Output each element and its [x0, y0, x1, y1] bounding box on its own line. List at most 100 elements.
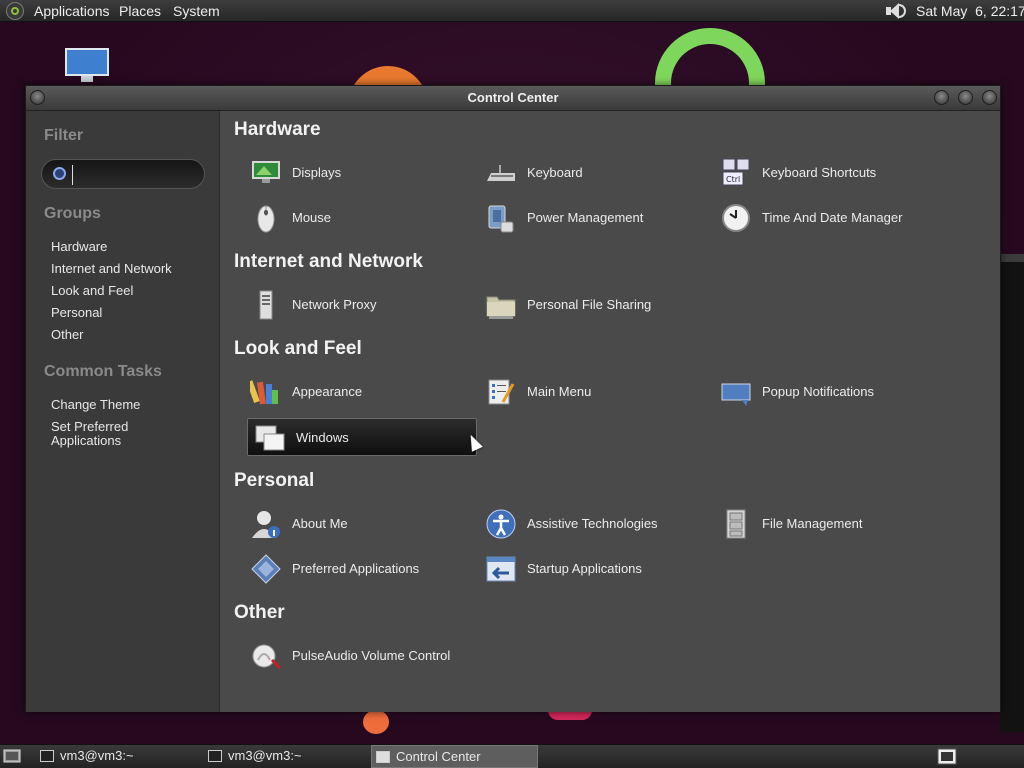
- terminal-icon: [40, 750, 54, 762]
- main-menu-icon: [488, 379, 515, 405]
- item-label: Appearance: [292, 384, 363, 399]
- item-label: Popup Notifications: [762, 384, 875, 399]
- item-label: Keyboard Shortcuts: [762, 165, 877, 180]
- terminal-icon: [208, 750, 222, 762]
- task-change-theme[interactable]: Change Theme: [51, 398, 140, 412]
- taskbar-button-terminal-2[interactable]: vm3@vm3:~: [204, 745, 364, 768]
- section-title-look-and-feel: Look and Feel: [234, 338, 362, 359]
- pulseaudio-icon: [252, 644, 282, 670]
- item-label: PulseAudio Volume Control: [292, 648, 451, 663]
- group-link-internet-and-network[interactable]: Internet and Network: [51, 262, 172, 276]
- folder-share-icon: [486, 296, 516, 319]
- applications-menu[interactable]: Applications: [34, 3, 110, 19]
- section-title-other: Other: [234, 602, 285, 623]
- section-title-personal: Personal: [234, 470, 315, 491]
- item-label: Main Menu: [527, 384, 592, 399]
- item-keyboard-shortcuts[interactable]: Ctrl Keyboard Shortcuts: [714, 154, 944, 192]
- top-panel: Applications Places System Sat May 6, 22…: [0, 0, 1024, 22]
- volume-icon[interactable]: [884, 2, 906, 20]
- places-menu[interactable]: Places: [119, 3, 161, 19]
- svg-text:Ctrl: Ctrl: [726, 175, 740, 184]
- task-label: vm3@vm3:~: [228, 748, 302, 763]
- section-title-internet-and-network: Internet and Network: [234, 251, 423, 272]
- item-label: Mouse: [292, 210, 332, 225]
- task-label: Control Center: [396, 749, 481, 764]
- item-pulseaudio-volume-control[interactable]: PulseAudio Volume Control: [244, 637, 474, 675]
- item-about-me[interactable]: About Me: [244, 505, 474, 543]
- item-label: Assistive Technologies: [527, 516, 658, 531]
- maximize-button[interactable]: [958, 90, 973, 105]
- distro-logo-icon[interactable]: [6, 2, 24, 20]
- windows-icon: [255, 425, 285, 451]
- item-label: File Management: [762, 516, 863, 531]
- clock[interactable]: Sat May 6, 22:17: [916, 3, 1024, 19]
- titlebar[interactable]: Control Center: [26, 86, 1000, 111]
- item-power-management[interactable]: Power Management: [479, 199, 709, 237]
- item-network-proxy[interactable]: Network Proxy: [244, 286, 474, 324]
- group-link-other[interactable]: Other: [51, 328, 84, 342]
- group-link-hardware[interactable]: Hardware: [51, 240, 107, 254]
- item-keyboard[interactable]: Keyboard: [479, 154, 709, 192]
- content-area: Hardware Displays Keyboard Ctrl Keyboard…: [220, 111, 1000, 712]
- item-main-menu[interactable]: Main Menu: [479, 373, 709, 411]
- computer-desktop-icon[interactable]: [63, 48, 111, 82]
- item-label: Startup Applications: [527, 561, 642, 576]
- item-startup-applications[interactable]: Startup Applications: [479, 550, 709, 588]
- display-icon: [252, 161, 280, 183]
- search-icon: [53, 167, 66, 180]
- groups-heading: Groups: [44, 205, 101, 222]
- item-label: Personal File Sharing: [527, 297, 652, 312]
- show-desktop-icon[interactable]: [3, 749, 21, 764]
- item-label: Network Proxy: [292, 297, 377, 312]
- item-label: Displays: [292, 165, 342, 180]
- clock-icon: [722, 204, 750, 232]
- taskbar-button-terminal-1[interactable]: vm3@vm3:~: [36, 745, 196, 768]
- accessibility-icon: [486, 509, 516, 539]
- window-title: Control Center: [467, 90, 559, 105]
- taskbar-button-control-center[interactable]: Control Center: [371, 745, 538, 768]
- item-time-and-date-manager[interactable]: Time And Date Manager: [714, 199, 944, 237]
- appearance-icon: [250, 380, 278, 405]
- section-title-hardware: Hardware: [234, 119, 321, 140]
- item-file-management[interactable]: File Management: [714, 505, 944, 543]
- popup-notification-icon: [721, 383, 751, 406]
- item-label: Time And Date Manager: [762, 210, 903, 225]
- about-me-icon: [252, 511, 280, 538]
- filter-input[interactable]: [72, 165, 197, 185]
- task-label: vm3@vm3:~: [60, 748, 134, 763]
- item-label: Preferred Applications: [292, 561, 420, 576]
- close-button[interactable]: [982, 90, 997, 105]
- item-label: Keyboard: [527, 165, 583, 180]
- item-assistive-technologies[interactable]: Assistive Technologies: [479, 505, 709, 543]
- background-window-edge: [1000, 254, 1024, 732]
- item-personal-file-sharing[interactable]: Personal File Sharing: [479, 286, 709, 324]
- item-appearance[interactable]: Appearance: [244, 373, 474, 411]
- preferred-apps-icon: [251, 554, 281, 584]
- network-proxy-icon: [259, 290, 273, 320]
- item-label: Power Management: [527, 210, 644, 225]
- file-cabinet-icon: [726, 509, 746, 539]
- control-center-icon: [376, 751, 390, 763]
- workspace-switcher-icon[interactable]: [937, 748, 957, 765]
- item-displays[interactable]: Displays: [244, 154, 474, 192]
- wallpaper-shape: [363, 710, 389, 734]
- minimize-button[interactable]: [934, 90, 949, 105]
- item-windows[interactable]: Windows: [247, 418, 477, 456]
- item-popup-notifications[interactable]: Popup Notifications: [714, 373, 944, 411]
- bottom-panel: vm3@vm3:~ vm3@vm3:~ Control Center: [0, 744, 1024, 768]
- item-label: About Me: [292, 516, 348, 531]
- mouse-icon: [257, 205, 275, 233]
- control-center-window: Control Center Filter Groups Hardware In…: [25, 85, 1001, 712]
- system-menu[interactable]: System: [173, 3, 220, 19]
- sidebar: Filter Groups Hardware Internet and Netw…: [26, 111, 220, 712]
- keyboard-shortcuts-icon: Ctrl: [722, 158, 750, 186]
- item-label: Windows: [296, 430, 349, 445]
- group-link-look-and-feel[interactable]: Look and Feel: [51, 284, 133, 298]
- group-link-personal[interactable]: Personal: [51, 306, 102, 320]
- task-set-preferred-applications[interactable]: Set Preferred Applications: [51, 420, 161, 448]
- search-box[interactable]: [41, 159, 205, 189]
- item-mouse[interactable]: Mouse: [244, 199, 474, 237]
- filter-heading: Filter: [44, 127, 84, 144]
- item-preferred-applications[interactable]: Preferred Applications: [244, 550, 474, 588]
- keyboard-icon: [487, 165, 515, 181]
